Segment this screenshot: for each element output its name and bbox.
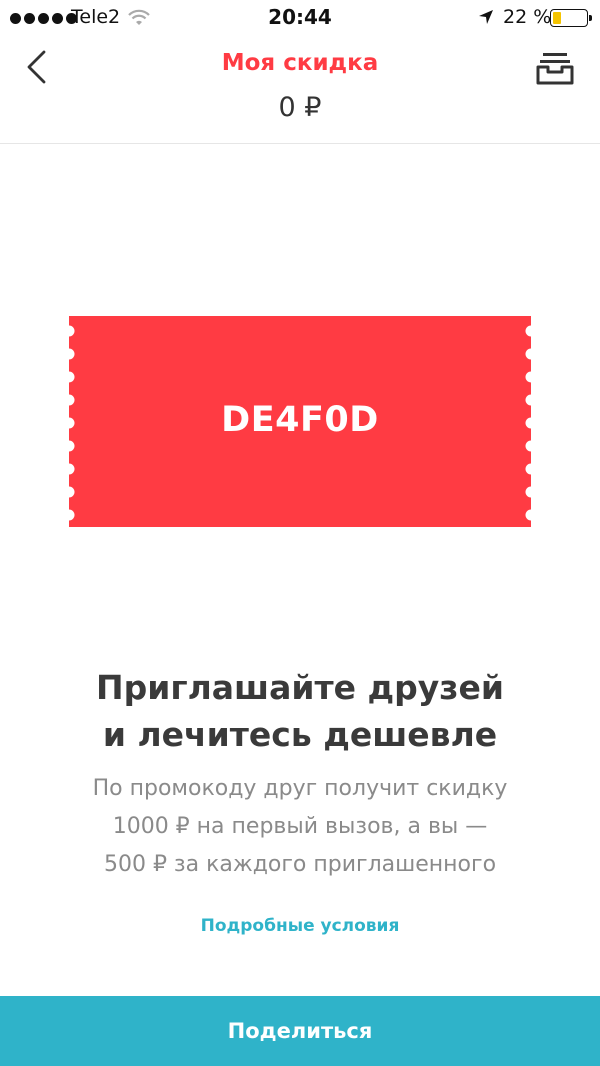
- promo-code: DE4F0D: [221, 400, 379, 440]
- share-button[interactable]: Поделиться: [0, 996, 600, 1066]
- description-line: По промокоду друг получит скидку: [92, 776, 508, 801]
- history-button[interactable]: [536, 50, 574, 86]
- discount-amount: 0 ₽: [278, 92, 322, 123]
- heading-line: и лечитесь дешевле: [102, 715, 498, 754]
- page-title: Моя скидка: [221, 50, 379, 76]
- location-arrow-icon: [479, 10, 493, 24]
- invite-heading: Приглашайте друзей и лечитесь дешевле: [0, 664, 600, 758]
- terms-link[interactable]: Подробные условия: [0, 916, 600, 936]
- status-bar: Tele2 20:44 22 %: [0, 0, 600, 36]
- invite-description: По промокоду друг получит скидку 1000 ₽ …: [40, 770, 560, 884]
- header: Моя скидка 0 ₽: [0, 36, 600, 144]
- description-line: 500 ₽ за каждого приглашенного: [103, 852, 497, 877]
- heading-line: Приглашайте друзей: [96, 668, 504, 707]
- battery-percent: 22 %: [503, 6, 552, 28]
- inbox-tray-icon: [536, 53, 574, 85]
- description-line: 1000 ₽ на первый вызов, а вы —: [112, 814, 488, 839]
- promo-ticket[interactable]: DE4F0D: [69, 316, 531, 527]
- battery-icon: [550, 9, 592, 27]
